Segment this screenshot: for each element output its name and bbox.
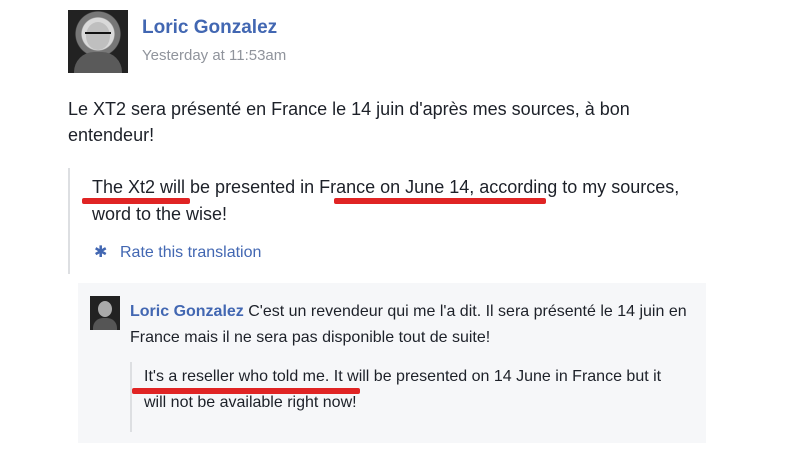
translation-block: The Xt2 will be presented in France on J… (68, 168, 708, 274)
comment-author-name[interactable]: Loric Gonzalez (130, 303, 244, 320)
post-author-name[interactable]: Loric Gonzalez (142, 17, 277, 39)
highlight-underline-june14 (334, 198, 546, 204)
comment-avatar[interactable] (90, 296, 120, 330)
author-avatar[interactable] (68, 10, 128, 73)
highlight-underline-xt2 (82, 198, 190, 204)
gear-icon: ✱ (94, 244, 108, 261)
comment-translation-block: It's a reseller who told me. It will be … (130, 362, 692, 432)
comment: Loric Gonzalez C'est un revendeur qui me… (78, 283, 706, 443)
rate-translation-link[interactable]: Rate this translation (120, 244, 261, 262)
post-timestamp[interactable]: Yesterday at 11:53am (142, 47, 286, 64)
comment-text: Loric Gonzalez C'est un revendeur qui me… (130, 299, 690, 351)
facebook-post: Loric Gonzalez Yesterday at 11:53am Le X… (68, 0, 716, 467)
post-text: Le XT2 sera présenté en France le 14 jui… (68, 99, 630, 145)
rate-translation-row[interactable]: ✱ Rate this translation (94, 244, 261, 262)
highlight-underline-reseller (132, 388, 360, 394)
